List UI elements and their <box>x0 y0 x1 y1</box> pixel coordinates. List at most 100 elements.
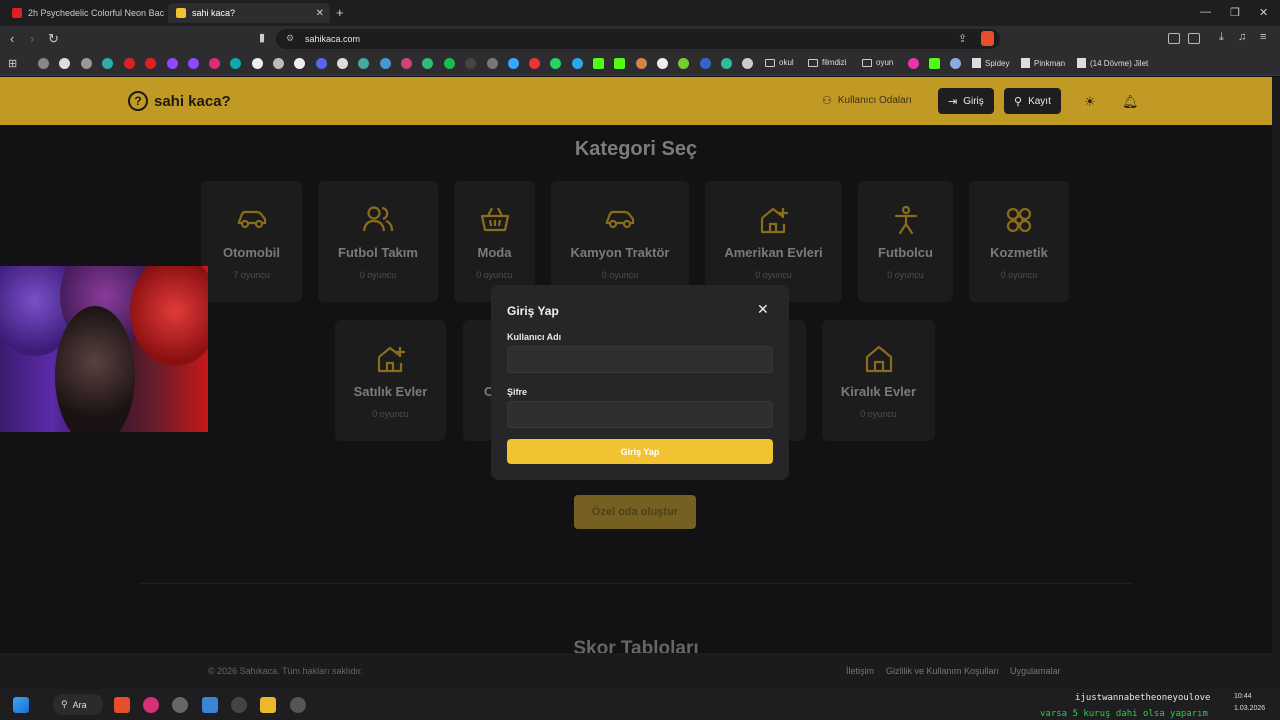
category-card-otomobil[interactable]: Otomobil 7 oyuncu <box>201 181 302 302</box>
bookmark-folder-okul[interactable]: okul <box>765 58 794 67</box>
instagram-icon[interactable] <box>209 58 220 69</box>
app-icon[interactable] <box>231 697 247 713</box>
bookmark-folder-oyun[interactable]: oyun <box>862 58 893 67</box>
username-input[interactable] <box>507 346 773 373</box>
brave-icon[interactable] <box>114 697 130 713</box>
google-icon[interactable] <box>59 58 70 69</box>
category-card-kozmetik[interactable]: Kozmetik 0 oyuncu <box>969 181 1069 302</box>
create-private-room-button[interactable]: Özel oda oluştur <box>574 495 696 529</box>
whatsapp-icon[interactable] <box>550 58 561 69</box>
bookmark-site-icon[interactable] <box>380 58 391 69</box>
downloads-icon[interactable]: ⤓ <box>1219 31 1224 44</box>
bookmark-site-icon[interactable] <box>742 58 753 69</box>
footer-link-apps[interactable]: Uygulamalar <box>1010 666 1061 676</box>
file-explorer-icon[interactable] <box>260 697 276 713</box>
windows-start-icon[interactable] <box>13 697 29 713</box>
password-input[interactable] <box>507 401 773 428</box>
page-scrollbar[interactable] <box>1272 77 1280 689</box>
bookmark-icon[interactable]: ▮ <box>259 31 265 44</box>
twitch-icon[interactable] <box>167 58 178 69</box>
bookmark-site-icon[interactable] <box>529 58 540 69</box>
bell-icon[interactable]: 🔔︎ <box>1122 94 1139 110</box>
bookmark-site-icon[interactable] <box>678 58 689 69</box>
bookmark-site-icon[interactable] <box>908 58 919 69</box>
footer-link-privacy[interactable]: Gizlilik ve Kullanım Koşulları <box>886 666 999 676</box>
bookmark-site-icon[interactable] <box>337 58 348 69</box>
bookmark-pinkman[interactable]: Pinkman <box>1021 58 1065 68</box>
spotify-icon[interactable] <box>444 58 455 69</box>
house-icon <box>822 344 935 379</box>
bookmark-site-icon[interactable] <box>401 58 412 69</box>
category-card-kiralik-evler[interactable]: Kiralık Evler 0 oyuncu <box>822 320 935 441</box>
bookmark-site-icon[interactable] <box>273 58 284 69</box>
youtube-icon[interactable] <box>124 58 135 69</box>
bookmark-site-icon[interactable] <box>81 58 92 69</box>
user-rooms-link[interactable]: ⚇ Kullanıcı Odaları <box>822 94 912 107</box>
x-icon[interactable] <box>252 58 263 69</box>
register-button[interactable]: ⚲ Kayıt <box>1004 88 1061 114</box>
theme-toggle-icon[interactable]: ☀ <box>1084 94 1096 110</box>
bookmark-site-icon[interactable] <box>657 58 668 69</box>
discord-icon[interactable] <box>316 58 327 69</box>
category-card-moda[interactable]: Moda 0 oyuncu <box>454 181 535 302</box>
bookmark-site-icon[interactable] <box>721 58 732 69</box>
photos-icon[interactable] <box>202 697 218 713</box>
extensions-icon[interactable] <box>1168 33 1180 44</box>
bookmark-site-icon[interactable] <box>636 58 647 69</box>
minimize-button[interactable]: — <box>1200 6 1211 18</box>
category-card-futbol-takim[interactable]: Futbol Takım 0 oyuncu <box>318 181 438 302</box>
site-info-icon[interactable]: ⚙ <box>286 33 294 44</box>
tiktok-icon[interactable] <box>294 58 305 69</box>
brave-shield-icon[interactable] <box>981 31 994 46</box>
reload-button[interactable]: ↻ <box>48 31 59 47</box>
kick-icon[interactable] <box>614 58 625 69</box>
media-icon[interactable]: ♫ <box>1238 31 1246 43</box>
restore-button[interactable]: ❐ <box>1230 6 1240 19</box>
twitch-icon[interactable] <box>188 58 199 69</box>
bookmark-site-icon[interactable] <box>465 58 476 69</box>
site-logo[interactable]: ? sahi kaca? <box>128 91 231 111</box>
kick-icon[interactable] <box>593 58 604 69</box>
bookmark-jilet[interactable]: (14 Dövme) Jilet <box>1077 58 1148 68</box>
login-modal: Giriş Yap ✕ Kullanıcı Adı Şifre Giriş Ya… <box>491 285 789 480</box>
login-button[interactable]: ⇥ Giriş <box>938 88 994 114</box>
category-card-amerikan-evleri[interactable]: Amerikan Evleri 0 oyuncu <box>705 181 842 302</box>
bookmark-folder-filmdizi[interactable]: filmdizi <box>808 58 846 67</box>
bookmark-spidey[interactable]: Spidey <box>972 58 1009 68</box>
browser-tab-sahikaca[interactable]: sahi kaca? ✕ <box>168 3 330 23</box>
modal-title: Giriş Yap <box>507 304 559 318</box>
back-button[interactable]: ‹ <box>10 31 14 46</box>
new-tab-button[interactable]: + <box>336 5 344 20</box>
category-card-satilik-evler[interactable]: Satılık Evler 0 oyuncu <box>335 320 446 441</box>
bookmark-site-icon[interactable] <box>950 58 961 69</box>
bookmark-site-icon[interactable] <box>358 58 369 69</box>
footer-link-contact[interactable]: İletişim <box>846 666 874 676</box>
taskbar-search[interactable]: ⚲ Ara <box>53 694 103 715</box>
drive-icon[interactable] <box>422 58 433 69</box>
app-icon[interactable] <box>172 697 188 713</box>
github-icon[interactable] <box>487 58 498 69</box>
close-window-button[interactable]: ✕ <box>1259 6 1268 19</box>
app-icon[interactable] <box>290 697 306 713</box>
bookmark-site-icon[interactable] <box>700 58 711 69</box>
forward-button[interactable]: › <box>30 31 34 46</box>
login-submit-button[interactable]: Giriş Yap <box>507 439 773 464</box>
menu-icon[interactable]: ≡ <box>1260 31 1266 43</box>
history-icon[interactable] <box>38 58 49 69</box>
address-bar[interactable]: ⚙ sahikaca.com ⇪ <box>276 29 1000 49</box>
bookmark-site-icon[interactable] <box>508 58 519 69</box>
close-icon[interactable]: ✕ <box>757 301 769 318</box>
bookmark-site-icon[interactable] <box>102 58 113 69</box>
telegram-icon[interactable] <box>572 58 583 69</box>
category-card-futbolcu[interactable]: Futbolcu 0 oyuncu <box>858 181 953 302</box>
close-tab-icon[interactable]: ✕ <box>316 8 324 19</box>
media-player-icon[interactable] <box>143 697 159 713</box>
apps-grid-icon[interactable]: ⊞ <box>8 57 17 70</box>
youtube-icon[interactable] <box>145 58 156 69</box>
share-icon[interactable]: ⇪ <box>958 32 967 45</box>
sidebar-icon[interactable] <box>1188 33 1200 44</box>
bookmark-site-icon[interactable] <box>230 58 241 69</box>
kick-icon[interactable] <box>929 58 940 69</box>
category-card-kamyon-traktor[interactable]: Kamyon Traktör 0 oyuncu <box>551 181 689 302</box>
browser-tab-youtube[interactable]: 2h Psychedelic Colorful Neon Backgr <box>4 3 164 23</box>
